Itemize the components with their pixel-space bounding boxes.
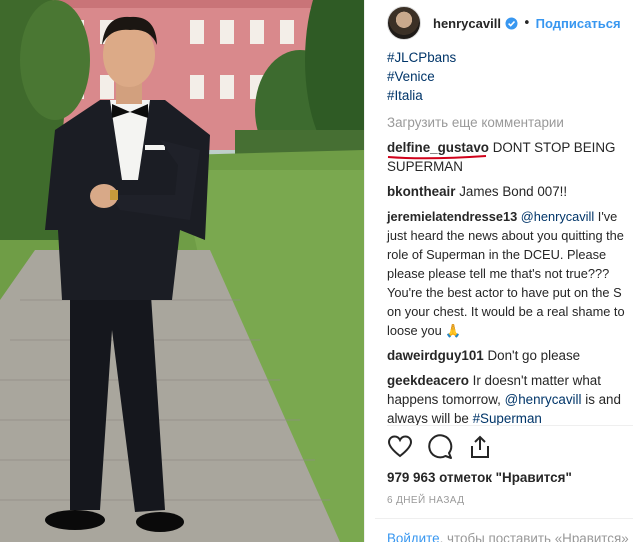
follow-button[interactable]: Подписаться xyxy=(536,16,621,31)
author-username[interactable]: henrycavill xyxy=(433,16,501,31)
header-separator: • xyxy=(522,15,531,31)
footer-divider xyxy=(375,518,633,519)
login-prompt: Войдите, чтобы поставить «Нравится» или xyxy=(387,531,633,542)
comment-item: geekdeacero Ir doesn't matter what happe… xyxy=(387,371,633,428)
login-link[interactable]: Войдите xyxy=(387,531,440,542)
login-prompt-text: , чтобы поставить «Нравится» или xyxy=(439,531,633,542)
avatar[interactable] xyxy=(387,6,421,40)
caption-hashtags: #JLCPbans #Venice #Italia xyxy=(387,48,633,105)
share-icon[interactable] xyxy=(467,434,493,460)
comment-username[interactable]: bkontheair xyxy=(387,184,455,199)
comment-item: daweirdguy101 Don't go please xyxy=(387,346,633,365)
hashtag-link[interactable]: #JLCPbans xyxy=(387,48,633,67)
comment-mention[interactable]: @henrycavill xyxy=(521,209,594,224)
comment-text: I've just heard the news about you quitt… xyxy=(387,209,625,338)
post-header: henrycavill • Подписаться xyxy=(375,0,633,46)
comments-list: #JLCPbans #Venice #Italia Загрузить еще … xyxy=(387,50,633,428)
verified-badge-icon xyxy=(505,17,518,30)
hashtag-link[interactable]: #Italia xyxy=(387,86,633,105)
comment-item: jeremielatendresse13 @henrycavill I've j… xyxy=(387,207,633,340)
heart-icon[interactable] xyxy=(387,434,413,460)
comment-bubble-icon[interactable] xyxy=(427,434,453,460)
hashtag-link[interactable]: #Venice xyxy=(387,67,633,86)
comment-text: James Bond 007!! xyxy=(459,184,568,199)
likes-count[interactable]: 979 963 отметок "Нравится" xyxy=(387,470,572,485)
red-underline-annotation xyxy=(387,155,487,160)
post-actions xyxy=(387,434,493,460)
comment-item: bkontheair James Bond 007!! xyxy=(387,182,633,201)
post-photo[interactable] xyxy=(0,0,364,542)
comment-hashtag[interactable]: #Superman xyxy=(473,411,542,426)
post-date[interactable]: 6 ДНЕЙ НАЗАД xyxy=(387,495,464,506)
photo-illustration xyxy=(0,0,364,542)
post-sidebar: henrycavill • Подписаться #JLCPbans #Ven… xyxy=(375,0,633,542)
actions-divider xyxy=(387,425,633,426)
comment-username[interactable]: geekdeacero xyxy=(387,373,469,388)
column-divider xyxy=(364,0,365,542)
comment-username[interactable]: jeremielatendresse13 xyxy=(387,209,517,224)
comment-item: delfine_gustavo DONT STOP BEING SUPERMAN xyxy=(387,138,633,176)
comment-text: Don't go please xyxy=(487,348,581,363)
comment-mention[interactable]: @henrycavill xyxy=(505,392,582,407)
comment-username[interactable]: daweirdguy101 xyxy=(387,348,484,363)
load-more-comments-button[interactable]: Загрузить еще комментарии xyxy=(387,113,633,132)
